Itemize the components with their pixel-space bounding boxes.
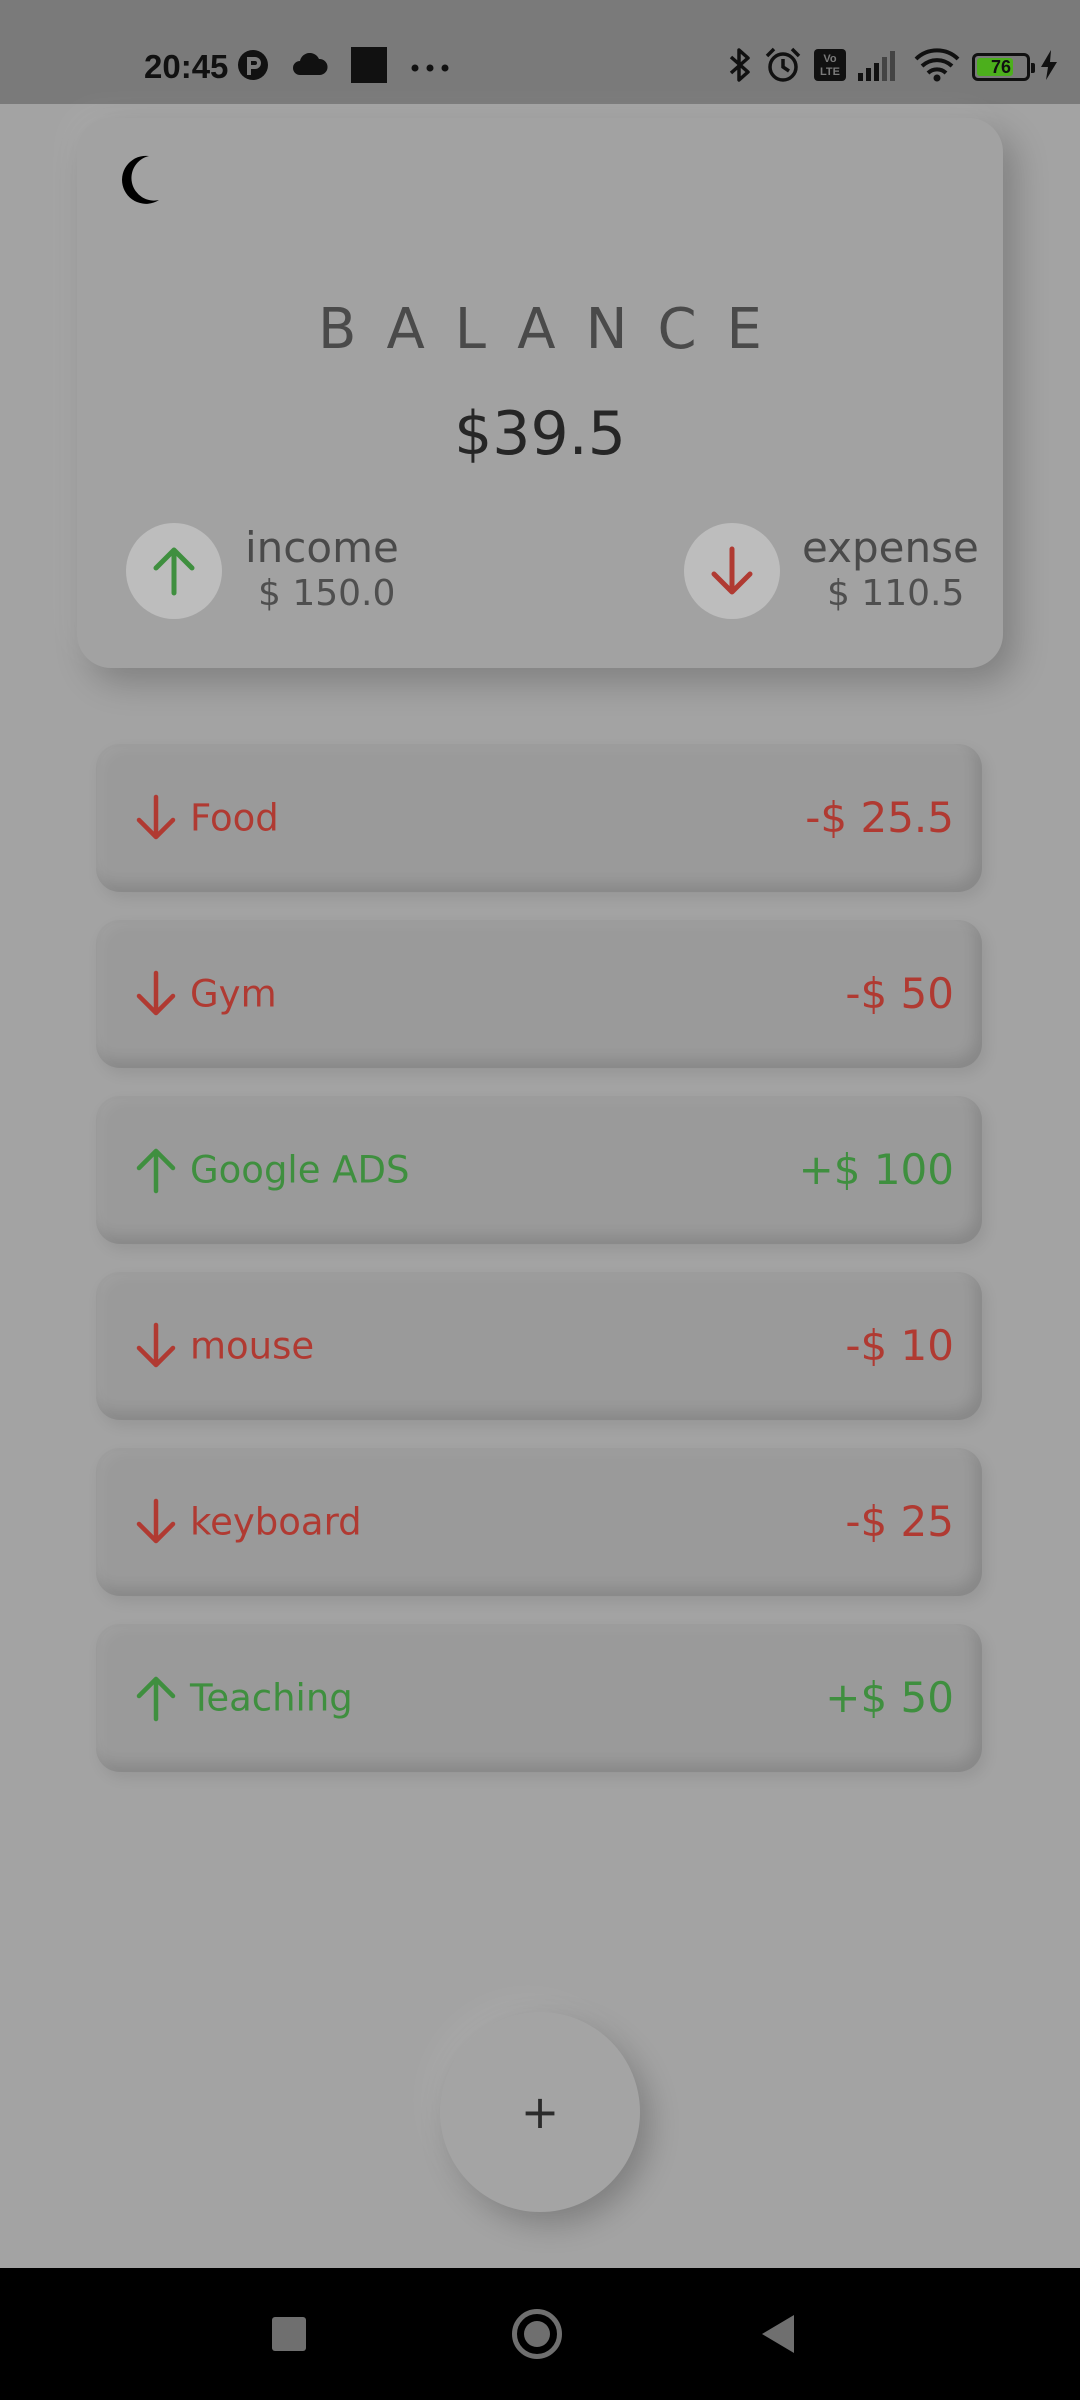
transaction-row[interactable]: Food -$ 25.5 [96,744,982,892]
status-bar: 20:45 Vo LTE 76 [0,0,1080,104]
transaction-name: mouse [190,1324,315,1368]
svg-text:LTE: LTE [820,66,840,78]
signal-icon [858,49,902,85]
app-notification-icon [236,48,270,86]
bluetooth-icon [728,46,752,88]
income-value: $ 150.0 [258,573,396,614]
battery-icon: 76 [972,53,1035,81]
balance-card: BALANCE $39.5 income $ 150.0 expense $ 1… [77,118,1003,668]
more-icon [410,58,450,77]
transaction-name: Teaching [190,1676,353,1720]
cloud-icon [292,52,328,81]
svg-text:Vo: Vo [823,53,837,65]
moon-icon[interactable] [113,152,169,208]
transaction-name: Food [190,796,279,840]
wifi-icon [914,48,960,86]
transaction-amount: -$ 10 [845,1321,954,1370]
recent-apps-button[interactable] [272,2317,306,2351]
arrow-up-icon [132,1146,180,1194]
transaction-amount: -$ 25.5 [805,793,954,842]
status-bar-left: 20:45 [144,0,472,134]
transaction-row[interactable]: keyboard -$ 25 [96,1448,982,1596]
balance-amount: $39.5 [454,399,626,469]
arrow-down-icon [711,546,753,595]
add-transaction-button[interactable]: + [440,2012,640,2212]
arrow-up-icon [153,547,195,596]
volte-icon: Vo LTE [814,49,846,85]
status-bar-right: Vo LTE 76 [728,0,1058,134]
expense-icon-circle [684,523,780,619]
navigation-bar [0,2268,1080,2400]
plus-icon: + [520,2085,560,2139]
transaction-row[interactable]: mouse -$ 10 [96,1272,982,1420]
expense-label: expense [802,523,979,572]
transaction-amount: +$ 100 [798,1145,954,1194]
transaction-amount: -$ 50 [845,969,954,1018]
alarm-icon [764,46,802,88]
home-icon [524,2321,550,2347]
arrow-up-icon [132,1674,180,1722]
transaction-amount: -$ 25 [845,1497,954,1546]
transaction-name: Google ADS [190,1148,410,1192]
transaction-name: keyboard [190,1500,362,1544]
transaction-list: Food -$ 25.5 Gym -$ 50 Google ADS +$ 100… [96,744,982,1800]
clock-time: 20:45 [144,48,229,85]
square-icon [350,46,388,88]
arrow-down-icon [132,1322,180,1370]
back-button[interactable] [762,2315,794,2353]
charging-icon [1040,50,1058,84]
income-label: income [245,523,399,572]
balance-title: BALANCE [318,297,792,362]
transaction-amount: +$ 50 [825,1673,954,1722]
transaction-name: Gym [190,972,277,1016]
home-button[interactable] [512,2309,562,2359]
arrow-down-icon [132,970,180,1018]
arrow-down-icon [132,794,180,842]
expense-value: $ 110.5 [827,573,965,614]
transaction-row[interactable]: Google ADS +$ 100 [96,1096,982,1244]
income-icon-circle [126,523,222,619]
arrow-down-icon [132,1498,180,1546]
battery-percent: 76 [990,57,1012,77]
transaction-row[interactable]: Teaching +$ 50 [96,1624,982,1772]
transaction-row[interactable]: Gym -$ 50 [96,920,982,1068]
